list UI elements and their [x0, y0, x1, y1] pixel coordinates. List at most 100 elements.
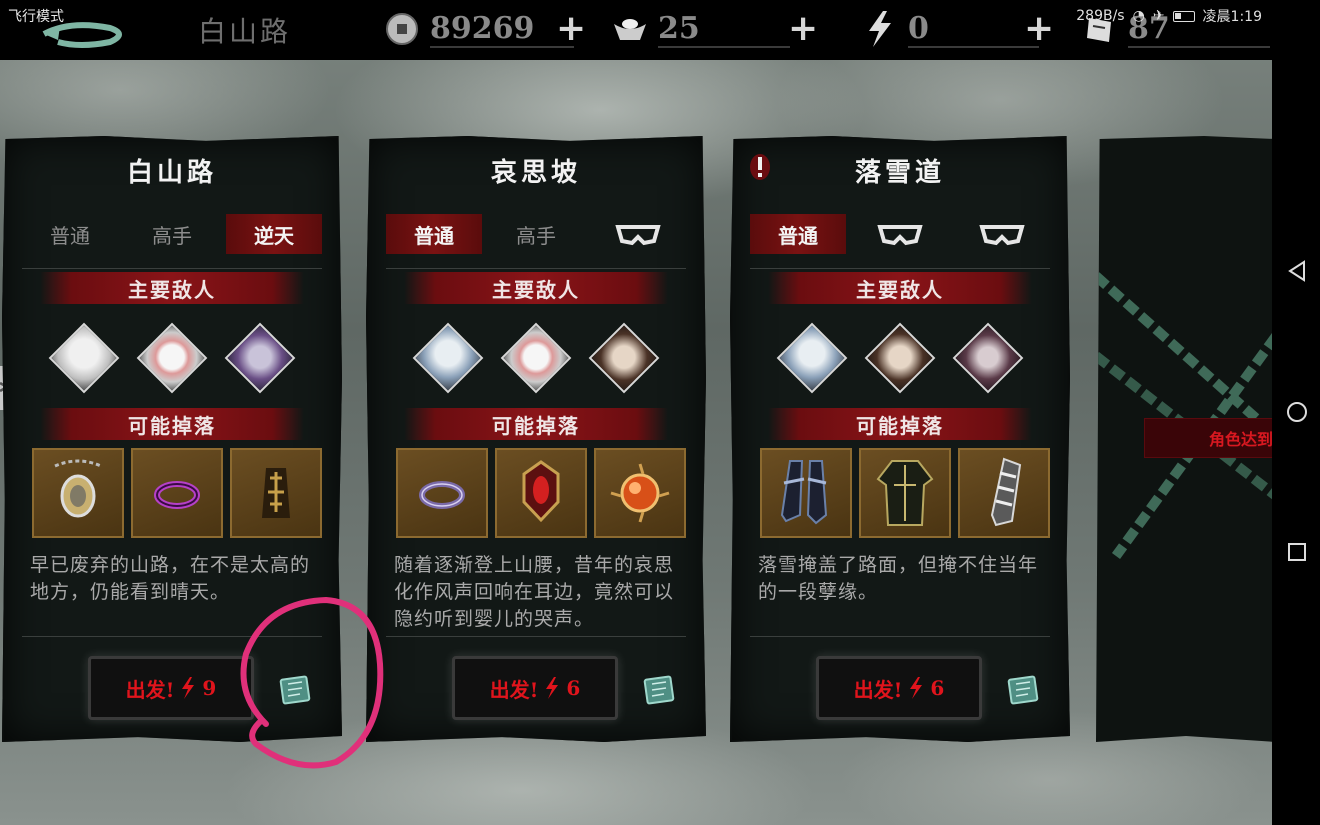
- difficulty-tabs: 普通 高手: [386, 214, 686, 254]
- drop-list: [760, 448, 1050, 538]
- energy-value: 0: [908, 11, 1039, 48]
- tab-hell[interactable]: 逆天: [226, 214, 322, 254]
- amulet-icon: [54, 459, 102, 518]
- drops-header: 可能掉落: [768, 408, 1032, 440]
- energy-cost: 6: [930, 676, 945, 700]
- back-button[interactable]: [40, 18, 130, 52]
- divider: [750, 268, 1050, 269]
- drops-header: 可能掉落: [40, 408, 304, 440]
- net-speed: 289B/s: [1076, 8, 1125, 24]
- enemy-portrait[interactable]: [412, 322, 484, 394]
- stage-card-3[interactable]: 落雪道 普通 主要敌人 可能掉落 落雪掩盖了路面，但掩不住当年的一段孽缘。 出发…: [730, 136, 1070, 742]
- enemy-portrait[interactable]: [776, 322, 848, 394]
- enemy-portrait[interactable]: [864, 322, 936, 394]
- book-icon: [1007, 675, 1039, 705]
- nav-recents-button[interactable]: [1286, 541, 1308, 563]
- stage-info-button[interactable]: [1004, 670, 1044, 710]
- lightning-icon: [546, 677, 559, 699]
- armor-icon: [876, 460, 934, 526]
- energy-cost: 9: [202, 676, 217, 700]
- drop-amulet[interactable]: [32, 448, 124, 538]
- tab-hell-locked[interactable]: [954, 214, 1050, 254]
- drop-ring[interactable]: [131, 448, 223, 538]
- lightning-icon: [862, 11, 898, 47]
- unlock-requirement-banner: 角色达到40: [1144, 418, 1284, 458]
- tab-expert[interactable]: 高手: [488, 214, 584, 254]
- start-button[interactable]: 出发! 9: [88, 656, 254, 720]
- tab-expert-locked[interactable]: [852, 214, 948, 254]
- stage-card-1[interactable]: 白山路 普通 高手 逆天 主要敌人 可能掉落 早已废弃的山路，在不是太高的地方，…: [2, 136, 342, 742]
- drop-orb[interactable]: [594, 448, 686, 538]
- drop-bracer[interactable]: [958, 448, 1050, 538]
- top-bar: 飞行模式 白山路 89269 + 25 + 0 + 87 289B/s ◔ ✈ …: [0, 0, 1320, 60]
- ingot-icon: [612, 11, 648, 47]
- enemy-portrait[interactable]: [500, 322, 572, 394]
- add-coins-button[interactable]: +: [556, 11, 586, 47]
- system-status: 289B/s ◔ ✈ 凌晨1:19: [1076, 6, 1262, 26]
- enemy-portrait[interactable]: [136, 322, 208, 394]
- resource-coins: 89269: [384, 8, 575, 50]
- shackle-lock-icon: [615, 225, 661, 246]
- enemy-list: [412, 322, 660, 398]
- orb-icon: [610, 463, 670, 523]
- nav-back-button[interactable]: [1286, 260, 1308, 282]
- enemy-list: [48, 322, 296, 398]
- bracer-icon: [990, 457, 1022, 527]
- tab-normal[interactable]: 普通: [386, 214, 482, 254]
- back-arrow-icon: [42, 22, 122, 48]
- drop-list: [32, 448, 322, 538]
- drop-list: [396, 448, 686, 538]
- talisman-icon: [262, 468, 290, 518]
- drop-armor[interactable]: [859, 448, 951, 538]
- triangle-back-icon: [1288, 260, 1305, 282]
- emblem-icon: [522, 460, 560, 523]
- enemy-portrait[interactable]: [48, 322, 120, 394]
- stage-card-2[interactable]: 哀思坡 普通 高手 主要敌人 可能掉落 随着逐渐登上山腰，昔年的哀思化作风声回响…: [366, 136, 706, 742]
- drop-talisman[interactable]: [230, 448, 322, 538]
- shackle-lock-icon: [877, 225, 923, 246]
- tab-expert[interactable]: 高手: [124, 214, 220, 254]
- stage-info-button[interactable]: [276, 670, 316, 710]
- divider: [22, 636, 322, 637]
- add-energy-button[interactable]: +: [1024, 11, 1054, 47]
- nav-home-button[interactable]: [1286, 401, 1308, 423]
- ingots-value: 25: [658, 11, 790, 48]
- tab-normal[interactable]: 普通: [750, 214, 846, 254]
- difficulty-tabs: 普通: [750, 214, 1050, 254]
- tab-hell-locked[interactable]: [590, 214, 686, 254]
- enemy-portrait[interactable]: [224, 322, 296, 394]
- enemy-portrait[interactable]: [588, 322, 660, 394]
- energy-cost: 6: [566, 676, 581, 700]
- resource-energy: 0: [862, 8, 1039, 50]
- add-ingots-button[interactable]: +: [788, 11, 818, 47]
- difficulty-tabs: 普通 高手 逆天: [22, 214, 322, 254]
- coins-value: 89269: [430, 11, 575, 48]
- stage-description: 落雪掩盖了路面，但掩不住当年的一段孽缘。: [758, 554, 1039, 603]
- start-label: 出发!: [489, 677, 539, 702]
- tab-normal[interactable]: 普通: [22, 214, 118, 254]
- divider: [22, 268, 322, 269]
- start-button[interactable]: 出发! 6: [452, 656, 618, 720]
- ring-icon: [154, 481, 200, 509]
- start-button[interactable]: 出发! 6: [816, 656, 982, 720]
- square-recents-icon: [1288, 543, 1306, 561]
- stage-title: 白山路: [126, 158, 217, 188]
- lightning-icon: [182, 677, 195, 699]
- stage-description: 随着逐渐登上山腰，昔年的哀思化作风声回响在耳边，竟然可以隐约听到婴儿的哭声。: [394, 554, 675, 630]
- clock: 凌晨1:19: [1202, 9, 1262, 25]
- airplane-icon: ✈: [1152, 8, 1165, 24]
- coin-icon: [384, 11, 420, 47]
- drop-emblem[interactable]: [495, 448, 587, 538]
- boots-icon: [780, 460, 828, 525]
- shackle-lock-icon: [979, 225, 1025, 246]
- stage-info-button[interactable]: [640, 670, 680, 710]
- lightning-icon: [910, 677, 923, 699]
- circle-home-icon: [1287, 402, 1307, 422]
- drop-ring[interactable]: [396, 448, 488, 538]
- enemies-header: 主要敌人: [768, 272, 1032, 304]
- book-icon: [643, 675, 675, 705]
- enemies-header: 主要敌人: [404, 272, 668, 304]
- drops-header: 可能掉落: [404, 408, 668, 440]
- enemy-portrait[interactable]: [952, 322, 1024, 394]
- drop-boots[interactable]: [760, 448, 852, 538]
